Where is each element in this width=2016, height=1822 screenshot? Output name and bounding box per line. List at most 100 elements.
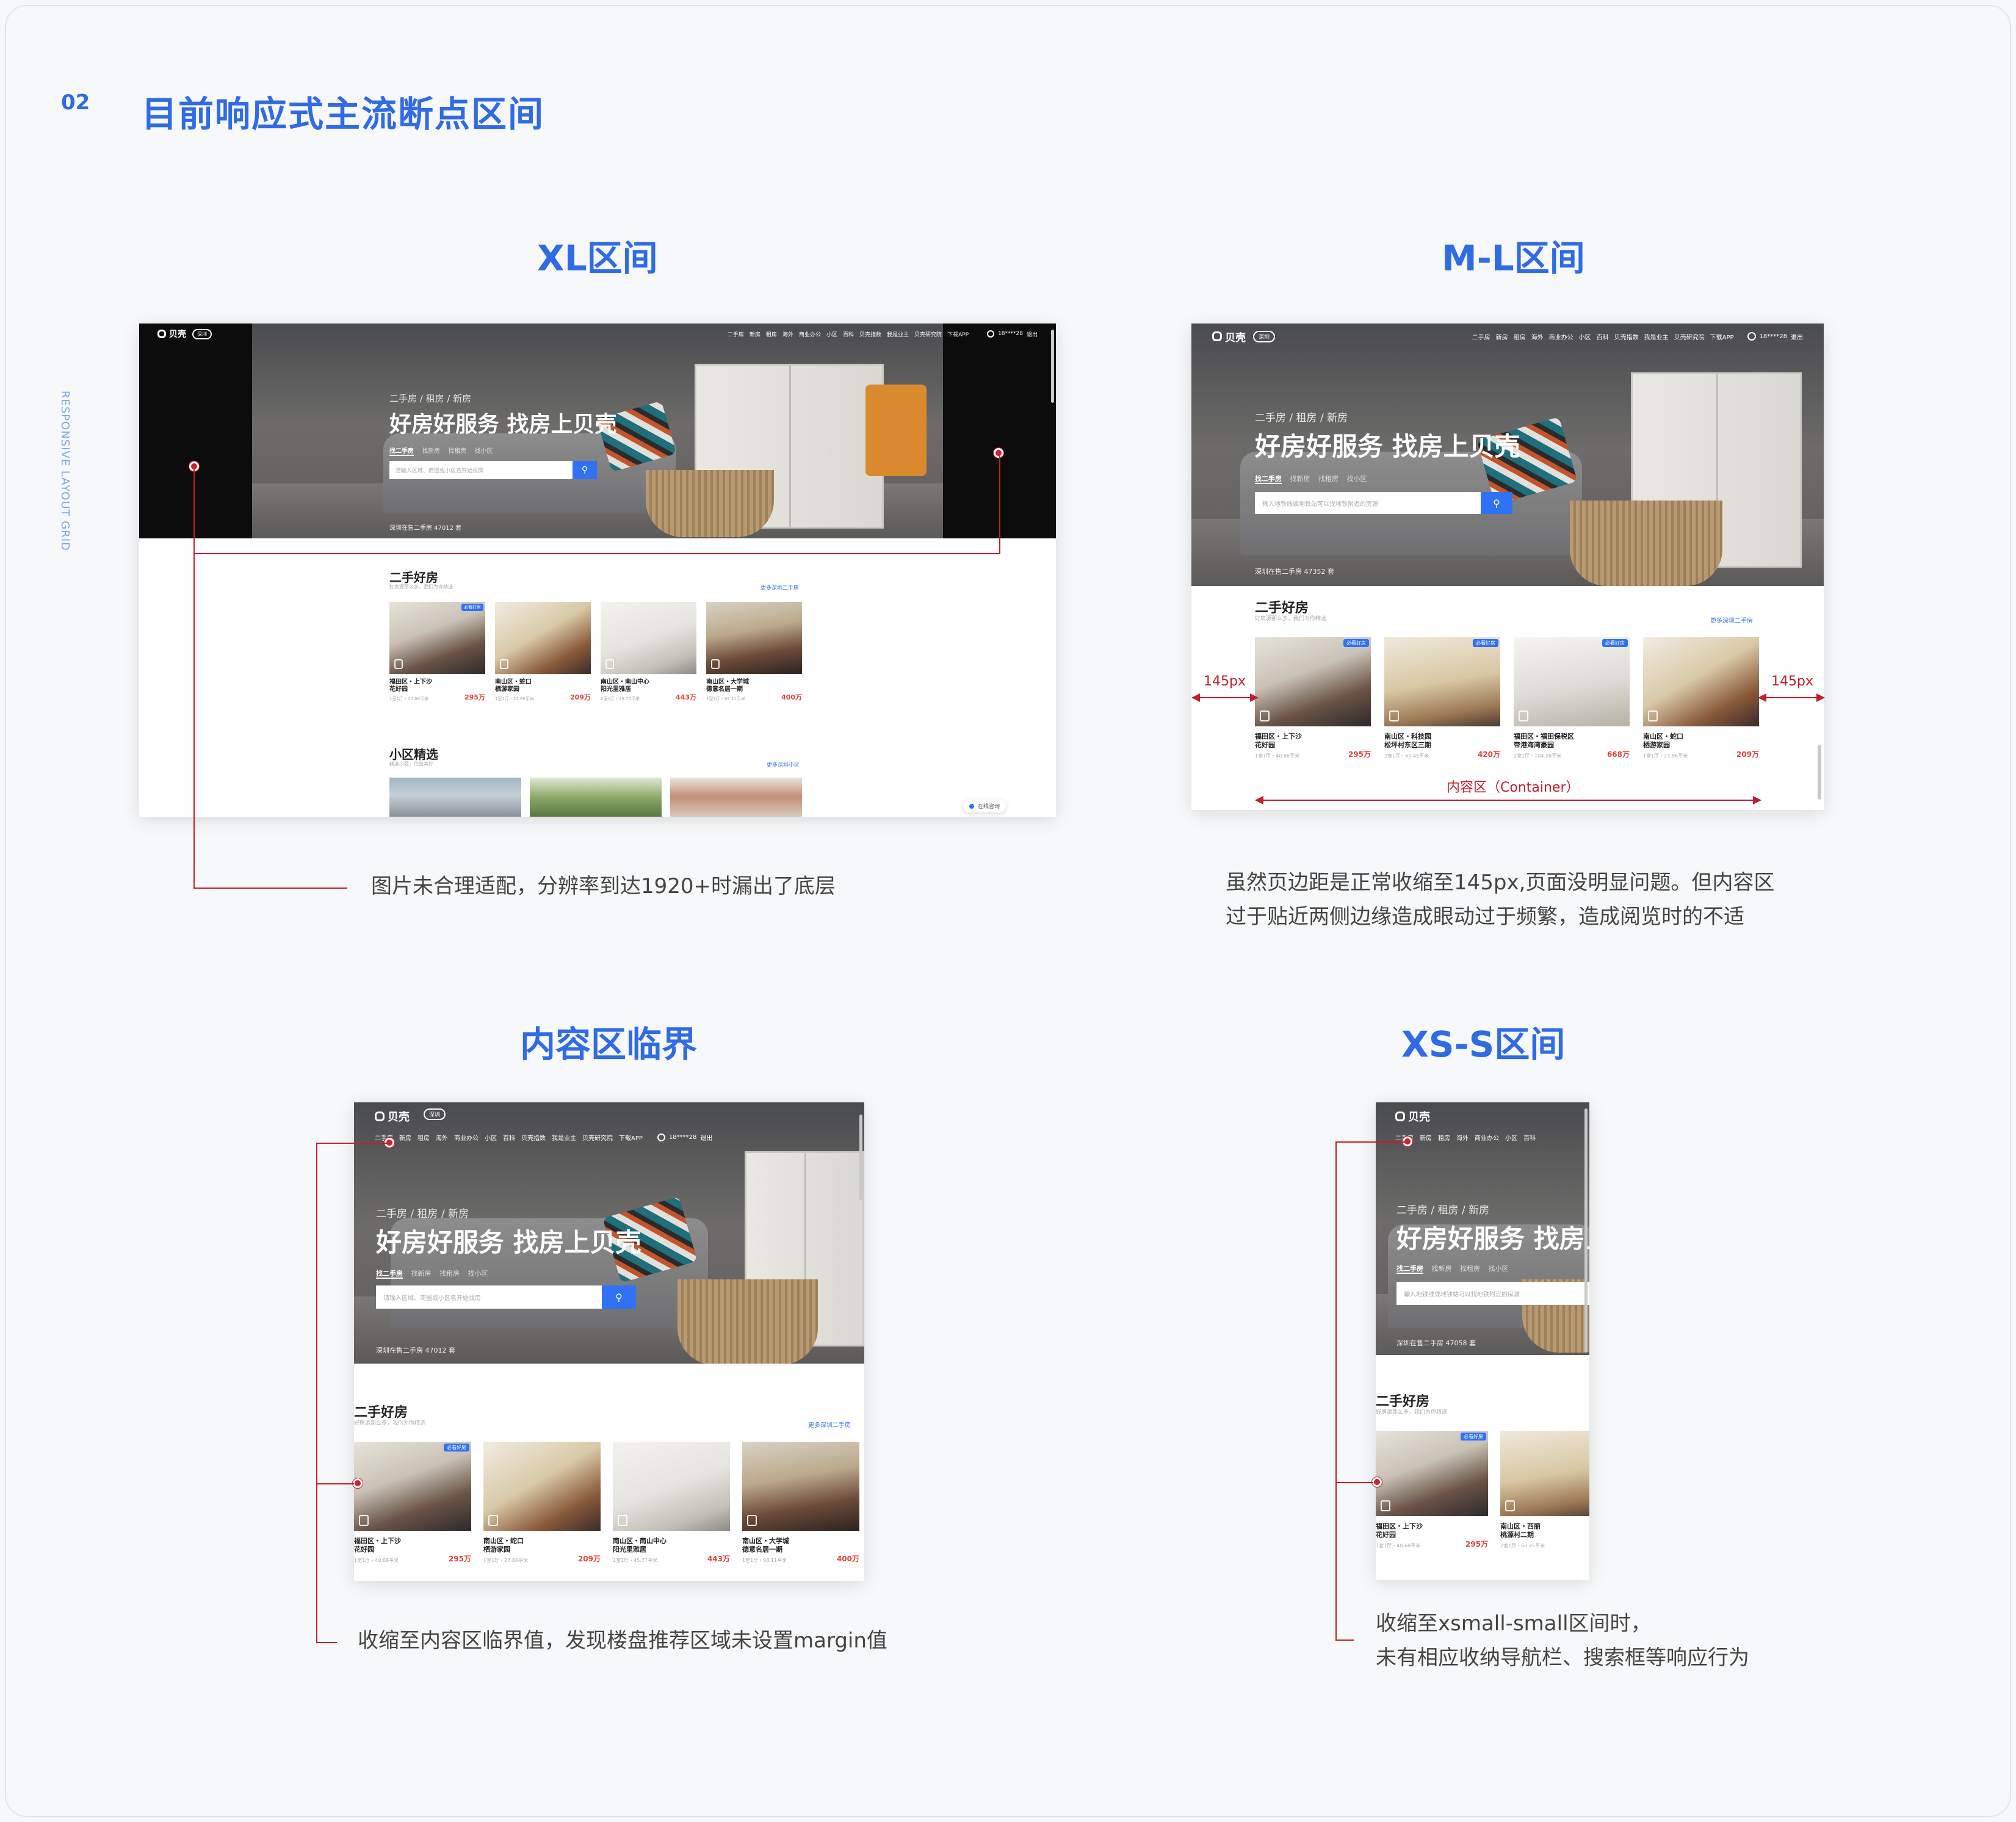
search-tab[interactable]: 找小区 bbox=[1347, 475, 1367, 483]
more-link[interactable]: 更多深圳小区 bbox=[767, 761, 800, 768]
nav-item[interactable]: 下载APP bbox=[1710, 332, 1734, 341]
user-menu[interactable]: 18****28 退出 bbox=[987, 330, 1038, 338]
search-tab[interactable]: 找二手房 bbox=[1396, 1265, 1423, 1274]
logo[interactable]: 贝壳 bbox=[1395, 1108, 1430, 1124]
nav-item[interactable]: 二手房 bbox=[1472, 332, 1490, 341]
search-tab[interactable]: 找小区 bbox=[1489, 1265, 1509, 1273]
listing-card[interactable]: 南山区・南山中心 阳光里雅居 2室1厅・45.77平米 443万 bbox=[601, 602, 696, 702]
search-tab[interactable]: 找小区 bbox=[468, 1270, 488, 1278]
nav-item[interactable]: 租房 bbox=[1514, 332, 1526, 341]
listing-card[interactable]: 必看好房 福田区・上下沙 花好园 1室1厅・40.68平米 295万 bbox=[1376, 1431, 1488, 1549]
scrollbar[interactable] bbox=[1584, 1108, 1588, 1353]
search-tab[interactable]: 找租房 bbox=[439, 1270, 460, 1278]
search-input[interactable]: 请输入区域、商圈或小区名开始找房 bbox=[389, 461, 573, 479]
search-tab[interactable]: 找二手房 bbox=[389, 448, 414, 456]
nav-item[interactable]: 新房 bbox=[1496, 332, 1508, 341]
search-tab[interactable]: 找二手房 bbox=[1255, 475, 1282, 484]
nav-item[interactable]: 百科 bbox=[503, 1133, 515, 1142]
nav-item[interactable]: 小区 bbox=[826, 330, 837, 338]
search-button[interactable]: ⚲ bbox=[1481, 492, 1512, 514]
hero-tabs[interactable]: 二手房 / 租房 / 新房 bbox=[389, 392, 471, 405]
nav-item[interactable]: 我是业主 bbox=[1644, 332, 1669, 341]
search-tab[interactable]: 找租房 bbox=[1460, 1265, 1480, 1273]
nav-item[interactable]: 商业办公 bbox=[454, 1133, 479, 1142]
nav-item[interactable]: 百科 bbox=[1523, 1133, 1536, 1142]
nav-item[interactable]: 百科 bbox=[843, 330, 854, 338]
city-switch[interactable]: 深圳 bbox=[1253, 330, 1276, 342]
search-tab[interactable]: 找新房 bbox=[422, 448, 440, 455]
more-link[interactable]: 更多深圳二手房 bbox=[761, 584, 799, 591]
nav-item[interactable]: 小区 bbox=[1505, 1133, 1517, 1142]
scrollbar[interactable] bbox=[1051, 330, 1054, 403]
city-switch[interactable]: 深圳 bbox=[424, 1108, 446, 1120]
nav-item[interactable]: 贝壳指数 bbox=[859, 330, 881, 338]
search-button[interactable]: ⚲ bbox=[602, 1285, 636, 1309]
nav-item[interactable]: 海外 bbox=[1531, 332, 1544, 341]
logo[interactable]: 贝壳 bbox=[157, 328, 186, 340]
nav-item[interactable]: 租房 bbox=[417, 1133, 430, 1142]
search-tab[interactable]: 找租房 bbox=[448, 448, 466, 455]
logo[interactable]: 贝壳 bbox=[1212, 329, 1246, 344]
nav-item[interactable]: 下载APP bbox=[947, 330, 969, 338]
listing-card[interactable]: 必看好房 福田区・福田保税区 帝港海湾豪园 2室2厅・104.06平米 668万 bbox=[1514, 637, 1630, 759]
search-tab[interactable]: 找小区 bbox=[475, 448, 493, 455]
search-input[interactable]: 请输入区域、商圈或小区名开始找房 bbox=[376, 1285, 602, 1309]
hero-tabs[interactable]: 二手房 / 租房 / 新房 bbox=[376, 1205, 469, 1220]
listing-card[interactable]: 必看好房 福田区・上下沙 花好园 1室1厅・40.68平米 295万 bbox=[389, 602, 485, 702]
listing-card[interactable]: 必看好房 福田区・上下沙 花好园 1室1厅・40.68平米 295万 bbox=[1255, 637, 1371, 759]
nav-item[interactable]: 商业办公 bbox=[1549, 332, 1573, 341]
nav-item[interactable]: 百科 bbox=[1597, 332, 1609, 341]
listing-card[interactable]: 南山区・大学城 德意名居一期 1室1厅・68.11平米 400万 bbox=[742, 1442, 859, 1564]
search-input[interactable]: 输入地铁线或地铁站可以找地铁附近的房源 bbox=[1396, 1282, 1589, 1305]
scrollbar[interactable] bbox=[859, 1115, 862, 1200]
nav-item[interactable]: 新房 bbox=[750, 330, 761, 338]
community-card[interactable] bbox=[670, 778, 802, 817]
search-tab[interactable]: 找二手房 bbox=[376, 1270, 403, 1279]
listing-card[interactable]: 南山区・大学城 德意名居一期 1室1厅・68.11平米 400万 bbox=[706, 602, 802, 702]
nav-item[interactable]: 小区 bbox=[1579, 332, 1591, 341]
scrollbar[interactable] bbox=[1818, 745, 1821, 800]
nav-item[interactable]: 租房 bbox=[1438, 1133, 1450, 1142]
nav-item[interactable]: 下载APP bbox=[619, 1133, 643, 1142]
listing-card[interactable]: 南山区・蛇口 栖游家园 1室1厅・27.86平米 209万 bbox=[495, 602, 591, 702]
listing-card[interactable]: 南山区・蛇口 栖游家园 1室1厅・27.86平米 209万 bbox=[483, 1442, 601, 1564]
search-input[interactable]: 输入地铁线或地铁站可以找地铁附近的房源 bbox=[1255, 492, 1481, 514]
listing-card[interactable]: 南山区・西丽 桃源村二期 2室1厅・60.45平米 bbox=[1500, 1431, 1589, 1549]
nav-item[interactable]: 海外 bbox=[436, 1133, 448, 1142]
search-tab[interactable]: 找新房 bbox=[411, 1270, 432, 1278]
nav-item[interactable]: 新房 bbox=[399, 1133, 411, 1142]
community-card[interactable] bbox=[530, 778, 662, 817]
community-card[interactable] bbox=[389, 778, 521, 817]
listing-card[interactable]: 南山区・蛇口 栖游家园 1室1厅・27.86平米 209万 bbox=[1643, 637, 1759, 759]
nav-item[interactable]: 我是业主 bbox=[887, 330, 909, 338]
online-chat-button[interactable]: 在线咨询 bbox=[963, 800, 1006, 812]
listing-card[interactable]: 南山区・南山中心 阳光里雅居 2室1厅・45.77平米 443万 bbox=[613, 1442, 730, 1564]
listing-card[interactable]: 必看好房 福田区・上下沙 花好园 1室1厅・40.68平米 295万 bbox=[354, 1442, 471, 1564]
search-tab[interactable]: 找新房 bbox=[1432, 1265, 1452, 1273]
nav-item[interactable]: 海外 bbox=[1456, 1133, 1469, 1142]
city-switch[interactable]: 深圳 bbox=[192, 328, 212, 339]
nav-item[interactable]: 贝壳研究院 bbox=[582, 1133, 613, 1142]
user-menu[interactable]: 18****28 退出 bbox=[657, 1133, 712, 1142]
nav-item[interactable]: 商业办公 bbox=[799, 330, 821, 338]
nav-item[interactable]: 贝壳研究院 bbox=[1674, 332, 1705, 341]
nav-item[interactable]: 贝壳研究院 bbox=[914, 330, 942, 338]
search-tab[interactable]: 找租房 bbox=[1318, 475, 1339, 483]
nav-item[interactable]: 海外 bbox=[782, 330, 793, 338]
nav-item[interactable]: 新房 bbox=[1420, 1133, 1432, 1142]
nav-item[interactable]: 商业办公 bbox=[1475, 1133, 1499, 1142]
nav-item[interactable]: 小区 bbox=[485, 1133, 497, 1142]
hero-tabs[interactable]: 二手房 / 租房 / 新房 bbox=[1255, 409, 1348, 424]
nav-item[interactable]: 贝壳指数 bbox=[521, 1133, 546, 1142]
more-link[interactable]: 更多深圳二手房 bbox=[808, 1420, 851, 1429]
nav-item[interactable]: 贝壳指数 bbox=[1614, 332, 1639, 341]
search-tab[interactable]: 找新房 bbox=[1290, 475, 1310, 483]
nav-item[interactable]: 租房 bbox=[766, 330, 777, 338]
nav-item[interactable]: 我是业主 bbox=[552, 1133, 576, 1142]
nav-item[interactable]: 二手房 bbox=[728, 330, 744, 338]
hero-tabs[interactable]: 二手房 / 租房 / 新房 bbox=[1396, 1201, 1489, 1216]
more-link[interactable]: 更多深圳二手房 bbox=[1710, 615, 1753, 624]
user-menu[interactable]: 18****28 退出 bbox=[1747, 332, 1803, 341]
search-button[interactable]: ⚲ bbox=[573, 461, 597, 479]
listing-card[interactable]: 必看好房 南山区・科技园 松坪村东区三期 2室1厅・60.45平米 420万 bbox=[1384, 637, 1500, 759]
